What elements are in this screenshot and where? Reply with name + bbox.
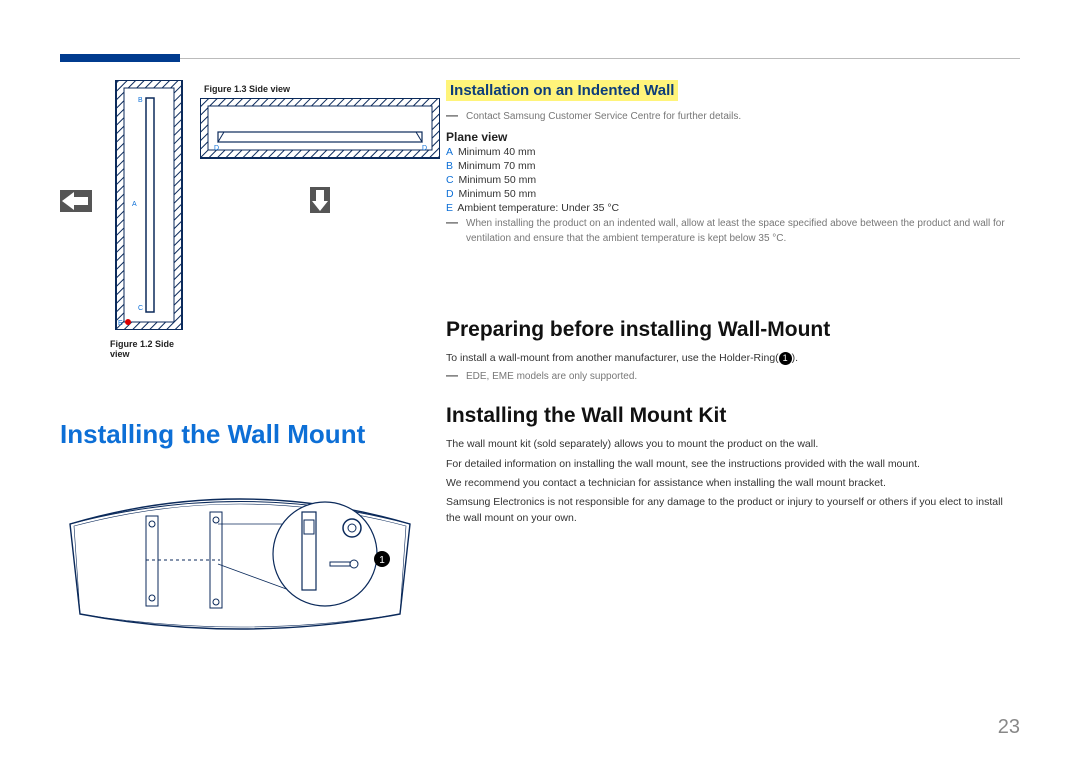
svg-text:D: D	[214, 145, 219, 152]
top-rule-accent	[60, 54, 180, 62]
spec-c: C Minimum 50 mm	[446, 174, 1020, 186]
figure-1-3-caption: Figure 1.3 Side view	[204, 84, 440, 94]
section-title-installing: Installing the Wall Mount	[60, 419, 420, 450]
spec-d: D Minimum 50 mm	[446, 188, 1020, 200]
spec-a: A Minimum 40 mm	[446, 146, 1020, 158]
top-rule	[60, 58, 1020, 59]
kit-title: Installing the Wall Mount Kit	[446, 404, 1020, 428]
left-column: B A C E Figure 1.2 Side view Figure 1.3 …	[60, 80, 420, 654]
svg-text:E: E	[118, 320, 123, 327]
contact-note: ―Contact Samsung Customer Service Centre…	[446, 109, 1020, 124]
svg-text:A: A	[132, 201, 137, 208]
indented-wall-title: Installation on an Indented Wall	[446, 80, 678, 101]
arrow-down-icon	[200, 187, 440, 218]
right-column: Installation on an Indented Wall ―Contac…	[446, 80, 1020, 654]
ede-note: ―EDE, EME models are only supported.	[446, 369, 1020, 384]
kit-para-4: Samsung Electronics is not responsible f…	[446, 494, 1020, 527]
figure-1-2-side-view: B A C E Figure 1.2 Side view	[110, 80, 188, 359]
figure-1-2-caption: Figure 1.2 Side view	[110, 339, 188, 359]
ventilation-note: ―When installing the product on an inden…	[446, 216, 1020, 246]
svg-text:B: B	[138, 97, 143, 104]
manual-page: B A C E Figure 1.2 Side view Figure 1.3 …	[0, 0, 1080, 763]
arrow-left-icon	[60, 190, 92, 217]
figure-1-3-side-view: Figure 1.3 Side view D D	[200, 80, 440, 218]
kit-para-3: We recommend you contact a technician fo…	[446, 475, 1020, 491]
spec-b: B Minimum 70 mm	[446, 160, 1020, 172]
svg-text:C: C	[138, 305, 143, 312]
svg-text:1: 1	[379, 555, 385, 566]
prepare-text: To install a wall-mount from another man…	[446, 350, 1020, 366]
plane-view-title: Plane view	[446, 130, 1020, 144]
holder-ring-num-icon: 1	[779, 352, 792, 365]
kit-para-1: The wall mount kit (sold separately) all…	[446, 436, 1020, 452]
kit-para-2: For detailed information on installing t…	[446, 456, 1020, 472]
spec-e: E Ambient temperature: Under 35 °C	[446, 202, 1020, 214]
prepare-title: Preparing before installing Wall-Mount	[446, 318, 1020, 342]
wall-mount-illustration: 1	[60, 464, 420, 654]
svg-text:D: D	[422, 145, 427, 152]
page-number: 23	[998, 716, 1020, 739]
